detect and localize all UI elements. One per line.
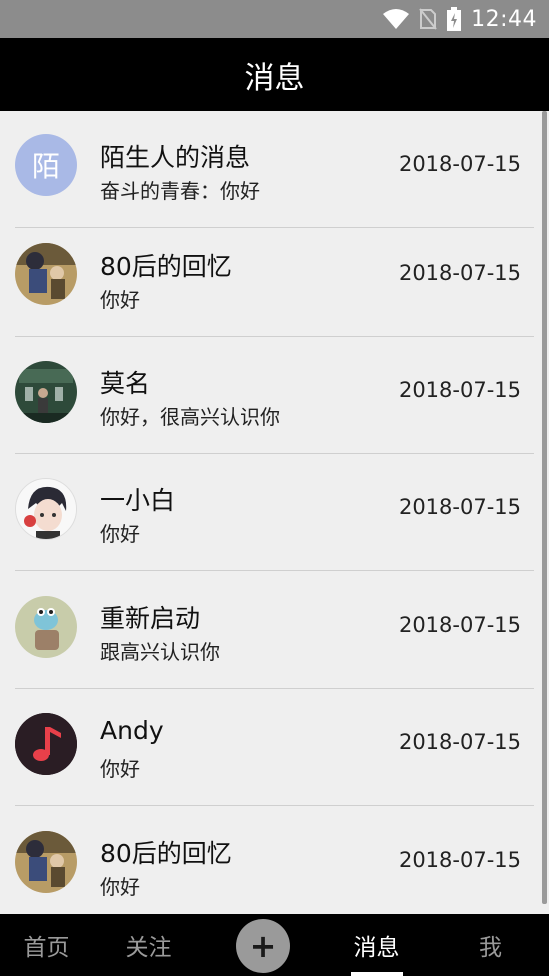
stranger-avatar: 陌 (15, 134, 77, 196)
message-preview: 你好 (100, 522, 140, 546)
message-sender-name: 重新启动 (100, 604, 201, 633)
message-preview: 奋斗的青春：你好 (100, 179, 260, 203)
message-sender-name: Andy (100, 716, 164, 745)
tab-home[interactable]: 首页 (0, 914, 93, 976)
tab-home-label: 首页 (23, 935, 70, 961)
tab-me[interactable]: 我 (444, 914, 537, 976)
message-row[interactable]: 80后的回忆 你好 2018-07-15 (0, 220, 549, 337)
cartoon-avatar (15, 596, 77, 658)
message-row[interactable]: Andy 你好 2018-07-15 (0, 689, 549, 806)
message-sender-name: 80后的回忆 (100, 839, 232, 868)
message-sender-name: 莫名 (100, 369, 151, 398)
message-date: 2018-07-15 (398, 613, 521, 637)
tab-me-label: 我 (479, 935, 502, 961)
message-row[interactable]: 莫名 你好，很高兴认识你 2018-07-15 (0, 337, 549, 454)
message-date: 2018-07-15 (398, 495, 521, 519)
divider (15, 805, 534, 806)
message-sender-name: 80后的回忆 (100, 252, 232, 281)
message-preview: 你好 (100, 757, 140, 781)
tab-follow-label: 关注 (125, 935, 172, 961)
photo-avatar (15, 831, 77, 893)
status-time: 12:44 (471, 6, 537, 32)
message-date: 2018-07-15 (398, 378, 521, 402)
tab-messages[interactable]: 消息 (330, 914, 423, 976)
message-row[interactable]: 80后的回忆 你好 2018-07-15 (0, 807, 549, 914)
anime-avatar (15, 478, 77, 540)
bottom-tab-bar: 首页 关注 + 消息 我 (0, 914, 549, 976)
message-preview: 你好 (100, 875, 140, 899)
photo-avatar (15, 243, 77, 305)
message-date: 2018-07-15 (398, 848, 521, 872)
message-preview: 跟高兴认识你 (100, 640, 220, 664)
add-button[interactable]: + (236, 919, 290, 973)
message-preview: 你好，很高兴认识你 (100, 405, 280, 429)
message-sender-name: 一小白 (100, 486, 176, 515)
divider (15, 570, 534, 571)
tab-messages-label: 消息 (353, 935, 400, 961)
photo-avatar (15, 361, 77, 423)
active-tab-indicator (351, 972, 403, 976)
wifi-icon (383, 9, 410, 29)
title-bar: 消息 (0, 38, 549, 111)
music-note-avatar (15, 713, 77, 775)
message-list: 陌 陌生人的消息 奋斗的青春：你好 2018-07-15 80后的回忆 你好 2… (0, 111, 549, 914)
message-sender-name: 陌生人的消息 (100, 143, 251, 172)
message-row[interactable]: 重新启动 跟高兴认识你 2018-07-15 (0, 572, 549, 689)
message-date: 2018-07-15 (398, 730, 521, 754)
tab-follow[interactable]: 关注 (102, 914, 195, 976)
no-sim-icon (419, 8, 437, 30)
message-date: 2018-07-15 (398, 261, 521, 285)
plus-icon: + (249, 927, 277, 965)
stranger-avatar-text: 陌 (31, 150, 60, 183)
message-row[interactable]: 一小白 你好 2018-07-15 (0, 454, 549, 571)
message-date: 2018-07-15 (398, 152, 521, 176)
scrollbar[interactable] (542, 111, 547, 904)
message-preview: 你好 (100, 288, 140, 312)
battery-charging-icon (447, 7, 462, 31)
page-title: 消息 (244, 60, 305, 96)
status-bar: 12:44 (0, 0, 549, 38)
status-icons: 12:44 (383, 6, 537, 32)
message-row[interactable]: 陌 陌生人的消息 奋斗的青春：你好 2018-07-15 (0, 111, 549, 228)
